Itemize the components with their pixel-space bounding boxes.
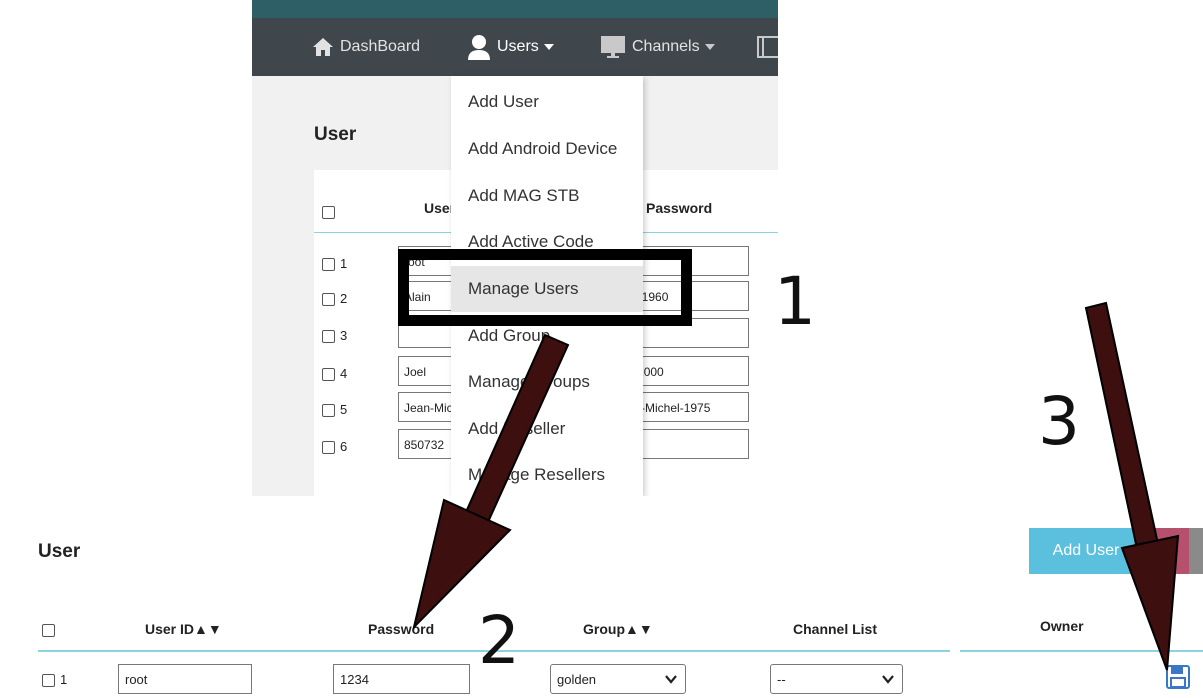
arrow-to-password bbox=[412, 333, 570, 631]
arrow-to-save bbox=[1084, 301, 1180, 671]
annotation-arrows bbox=[412, 301, 1180, 671]
